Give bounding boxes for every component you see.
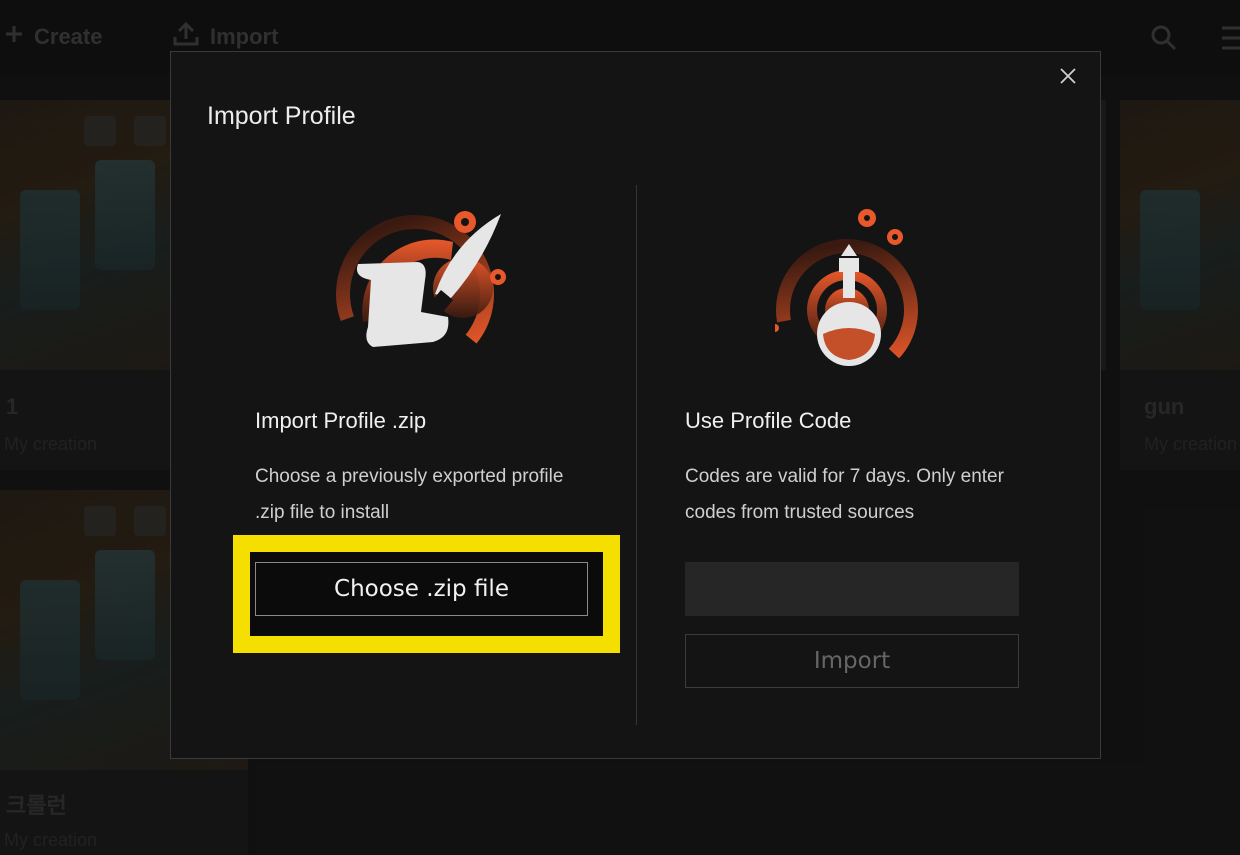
code-description: Codes are valid for 7 days. Only enter c… — [685, 466, 1004, 523]
import-code-button[interactable]: Import — [685, 634, 1019, 688]
close-icon[interactable] — [1056, 64, 1080, 88]
dialog-title: Import Profile — [207, 102, 356, 130]
import-profile-dialog: Import Profile Import Profile .zip Choos… — [170, 51, 1101, 759]
potion-bottle-icon — [771, 202, 955, 381]
code-heading: Use Profile Code — [685, 408, 852, 433]
scroll-quill-icon — [333, 202, 513, 373]
choose-zip-button[interactable]: Choose .zip file — [255, 562, 588, 616]
profile-code-input[interactable] — [685, 562, 1019, 616]
zip-heading: Import Profile .zip — [255, 408, 427, 433]
zip-description: Choose a previously exported profile .zi… — [255, 466, 564, 523]
column-divider — [636, 185, 637, 725]
